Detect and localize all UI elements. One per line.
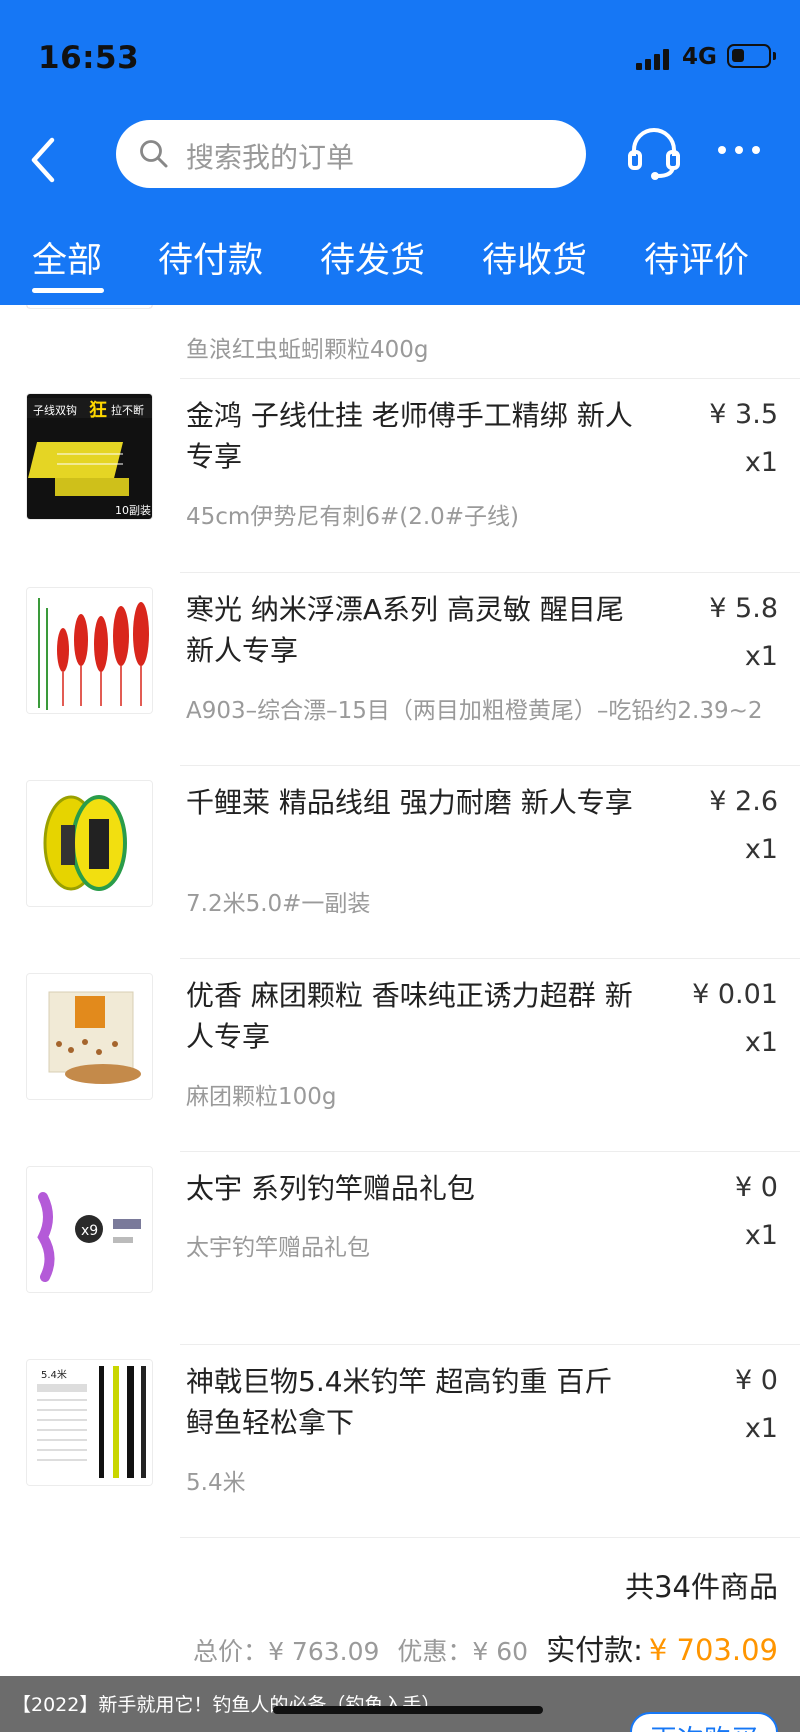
tab-pending-payment[interactable]: 待付款 <box>158 232 263 283</box>
item-quantity: x1 <box>744 834 778 865</box>
active-tab-indicator <box>32 288 104 293</box>
bait-bag-image <box>26 973 153 1100</box>
list-item[interactable]: 优香 麻团颗粒 香味纯正诱力超群 新人专享 麻团颗粒100g ¥ 0.01 x1 <box>0 973 800 1166</box>
item-spec: 太宇钓竿赠品礼包 <box>186 1235 370 1261</box>
battery-level <box>732 49 744 62</box>
search-input[interactable]: 搜索我的订单 <box>116 120 586 188</box>
item-title: 金鸿 子线仕挂 老师傅手工精绑 新人专享 <box>186 399 633 473</box>
item-quantity: x1 <box>744 1220 778 1251</box>
list-item[interactable]: 寒光 纳米浮漂A系列 高灵敏 醒目尾 新人专享 A903–综合漂–15目（两目加… <box>0 587 800 780</box>
divider <box>180 1537 800 1538</box>
fishing-rod-image: 5.4米 <box>26 1359 153 1486</box>
divider <box>180 1344 800 1345</box>
more-icon[interactable] <box>718 140 762 160</box>
status-time: 16:53 <box>38 40 140 76</box>
gift-pack-image: x9 <box>26 1166 153 1293</box>
list-item[interactable]: 千鲤莱 精品线组 强力耐磨 新人专享 7.2米5.0#一副装 ¥ 2.6 x1 <box>0 780 800 973</box>
list-item[interactable]: x9 太宇 系列钓竿赠品礼包 太宇钓竿赠品礼包 ¥ 0 x1 <box>0 1166 800 1359</box>
rebuy-button[interactable]: 再次购买 <box>630 1712 778 1732</box>
item-quantity: x1 <box>744 447 778 478</box>
item-price: ¥ 2.6 <box>709 786 778 817</box>
hook-image-text: 拉不断 <box>111 403 144 417</box>
item-title: 寒光 纳米浮漂A系列 高灵敏 醒目尾 新人专享 <box>186 593 624 667</box>
nav-bar: 搜索我的订单 <box>0 110 800 210</box>
item-title: 千鲤莱 精品线组 强力耐磨 新人专享 <box>186 786 633 819</box>
rod-image-text: 5.4米 <box>41 1368 67 1381</box>
total-label: 总价： <box>193 1637 269 1666</box>
item-spec: A903–综合漂–15目（两目加粗橙黄尾）–吃铅约2.39~2 <box>186 698 763 724</box>
discount-value: ¥ 60 <box>472 1637 529 1666</box>
divider <box>180 378 800 379</box>
svg-text:x9: x9 <box>81 1223 98 1239</box>
divider <box>180 1151 800 1152</box>
hook-image-text: 10副装 <box>115 504 151 517</box>
network-type: 4G <box>682 44 717 70</box>
paid-value: ¥ 703.09 <box>648 1633 778 1667</box>
item-count: 共34件商品 <box>625 1570 778 1604</box>
signal-icon <box>636 48 670 70</box>
paid-label: 实付款: <box>546 1633 643 1667</box>
item-title: 神戟巨物5.4米钓竿 超高钓重 百斤鲟鱼轻松拿下 <box>186 1365 613 1439</box>
float-image <box>26 587 153 714</box>
hook-image-text: 子线双钩 <box>33 403 77 417</box>
total-value: ¥ 763.09 <box>268 1637 380 1666</box>
divider <box>180 958 800 959</box>
divider <box>180 765 800 766</box>
item-quantity: x1 <box>744 1027 778 1058</box>
item-price: ¥ 0.01 <box>692 979 778 1010</box>
battery-icon <box>727 44 776 68</box>
order-summary: 总价： ¥ 763.09 优惠： ¥ 60 实付款: ¥ 703.09 <box>193 1627 778 1669</box>
item-spec: 鱼浪红虫蚯蚓颗粒400g <box>186 337 429 363</box>
back-icon[interactable] <box>22 132 66 188</box>
tab-all[interactable]: 全部 <box>32 232 102 283</box>
home-indicator[interactable] <box>273 1706 543 1714</box>
discount-label: 优惠： <box>397 1637 473 1666</box>
item-spec: 5.4米 <box>186 1470 246 1496</box>
header: 16:53 4G 搜索我的订单 全部 待付款 待发货 待收货 待评价 <box>0 0 800 305</box>
item-quantity: x1 <box>744 641 778 672</box>
tab-pending-review[interactable]: 待评价 <box>644 232 749 283</box>
list-item[interactable]: 5.4米 神戟巨物5.4米钓竿 超高钓重 百斤鲟鱼轻松拿下 5.4米 ¥ 0 x… <box>0 1359 800 1552</box>
status-bar: 16:53 4G <box>0 0 800 110</box>
list-item[interactable]: 子线双钩 狂 拉不断 10副装 金鸿 子线仕挂 老师傅手工精绑 新人专享 45c… <box>0 393 800 586</box>
item-price: ¥ 5.8 <box>709 593 778 624</box>
item-spec: 7.2米5.0#一副装 <box>186 891 371 917</box>
item-spec: 麻团颗粒100g <box>186 1084 337 1110</box>
order-tabs: 全部 待付款 待发货 待收货 待评价 <box>0 222 800 305</box>
hook-line-image: 子线双钩 狂 拉不断 10副装 <box>26 393 153 520</box>
customer-service-icon[interactable] <box>626 124 682 182</box>
item-price: ¥ 3.5 <box>709 399 778 430</box>
search-placeholder: 搜索我的订单 <box>186 141 355 174</box>
item-price: ¥ 0 <box>735 1365 778 1396</box>
line-spool-image <box>26 780 153 907</box>
item-price: ¥ 0 <box>735 1172 778 1203</box>
search-icon <box>138 138 170 170</box>
item-spec: 45cm伊势尼有刺6#(2.0#子线) <box>186 504 520 530</box>
item-title: 优香 麻团颗粒 香味纯正诱力超群 新人专享 <box>186 979 633 1053</box>
item-title: 太宇 系列钓竿赠品礼包 <box>186 1172 475 1205</box>
divider <box>180 572 800 573</box>
item-quantity: x1 <box>744 1413 778 1444</box>
hook-image-accent: 狂 <box>89 400 107 421</box>
tab-pending-receipt[interactable]: 待收货 <box>482 232 587 283</box>
tab-pending-shipment[interactable]: 待发货 <box>320 232 425 283</box>
